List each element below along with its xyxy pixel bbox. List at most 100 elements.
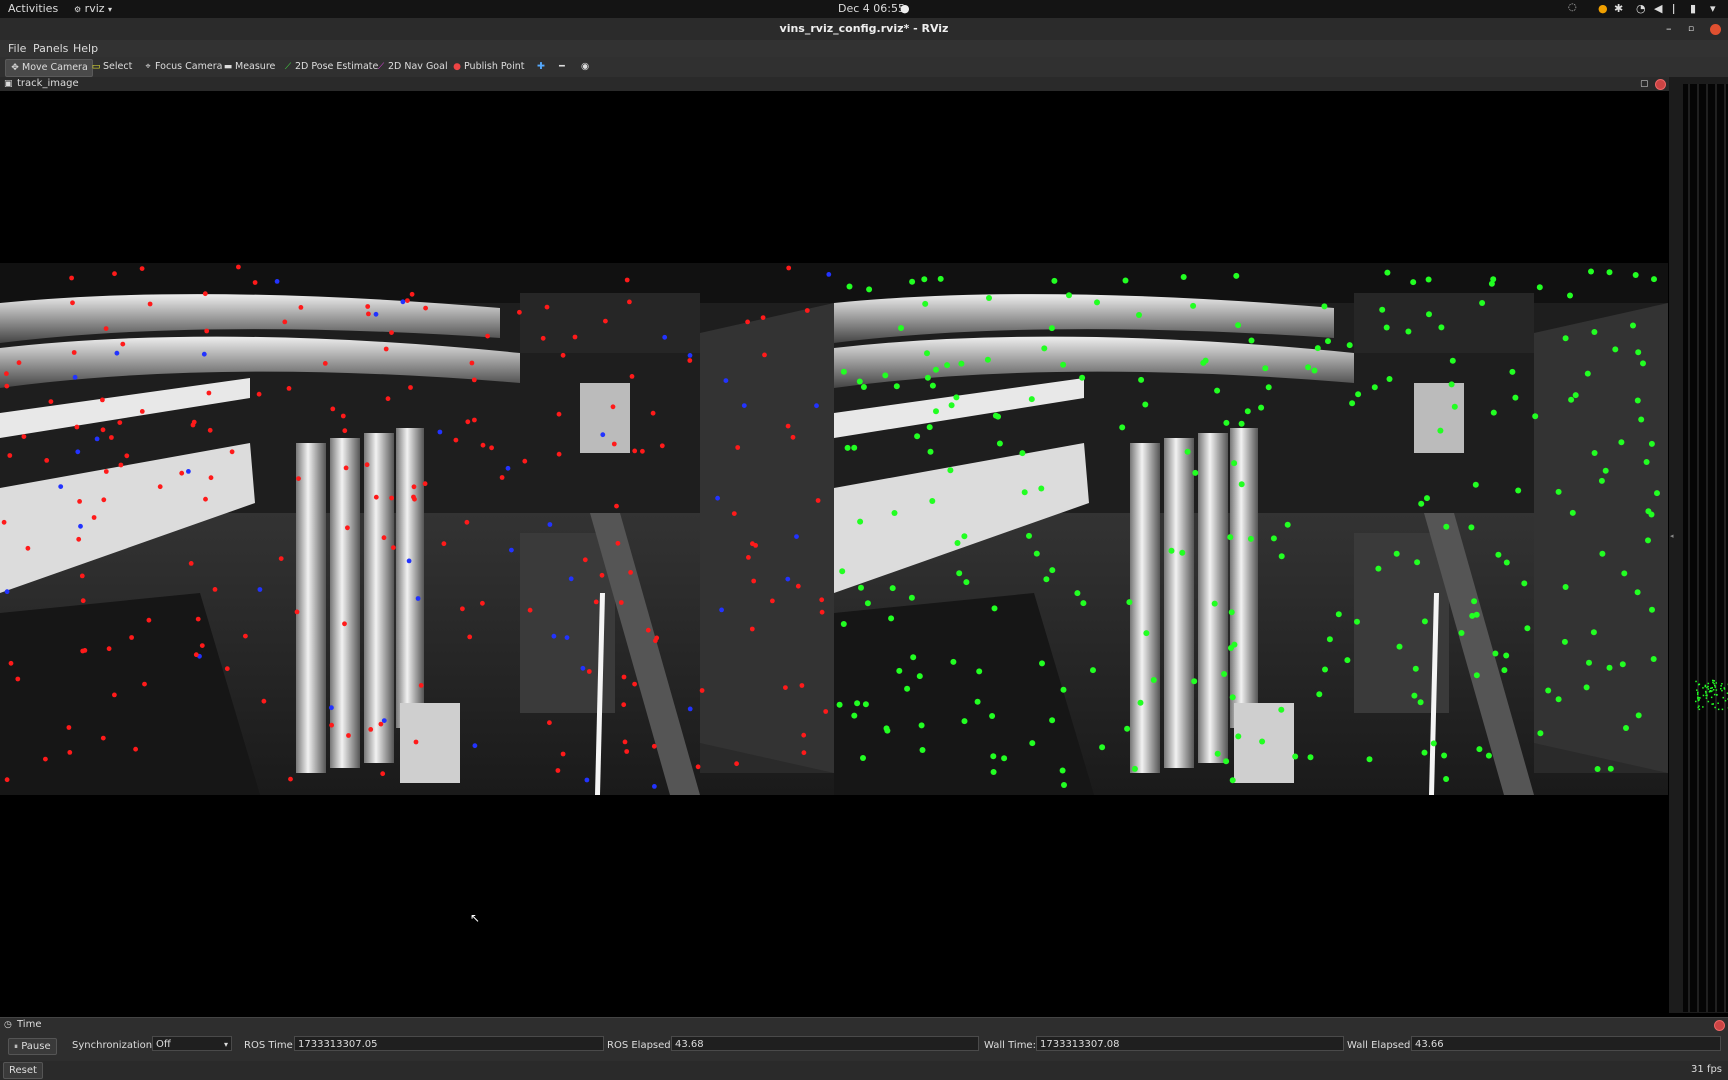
- tool-properties-icon[interactable]: ◉: [577, 59, 593, 75]
- render-3d-view[interactable]: [1683, 84, 1728, 1012]
- point-cloud-point: [1721, 683, 1723, 685]
- microphone-icon[interactable]: ǀ: [1672, 2, 1675, 15]
- feature-point: [207, 427, 213, 433]
- feature-point: [330, 406, 336, 412]
- app-menu[interactable]: ⚙ rviz ▾: [74, 2, 112, 15]
- measure-button[interactable]: ▬ Measure: [219, 59, 279, 75]
- feature-point: [1606, 664, 1613, 671]
- feature-point: [294, 609, 300, 615]
- feature-point: [70, 300, 75, 306]
- feature-point: [1469, 612, 1476, 619]
- feature-point: [1393, 550, 1400, 557]
- feature-point: [411, 484, 417, 490]
- feature-point: [1262, 365, 1269, 372]
- feature-point: [1417, 699, 1424, 706]
- feature-point: [860, 755, 866, 761]
- feature-point: [762, 352, 767, 358]
- menu-file[interactable]: File: [8, 42, 26, 55]
- render-3d-canvas: [1688, 84, 1728, 1012]
- ros-time-field[interactable]: 1733313307.05: [294, 1036, 604, 1051]
- feature-point: [1270, 535, 1277, 542]
- move-camera-button[interactable]: ✥ Move Camera: [5, 59, 93, 77]
- feature-point: [1039, 660, 1045, 667]
- feature-point: [651, 743, 657, 749]
- nav-goal-button[interactable]: ⟋ 2D Nav Goal: [372, 59, 452, 75]
- reset-button[interactable]: Reset: [3, 1062, 43, 1079]
- feature-point: [8, 660, 14, 666]
- pause-button[interactable]: ⏸ Pause: [8, 1038, 57, 1055]
- feature-point: [485, 333, 490, 339]
- notification-dot-icon[interactable]: ●: [1598, 2, 1608, 15]
- tray-status-icon[interactable]: ◌: [1568, 2, 1577, 13]
- close-time-panel-icon[interactable]: [1714, 1020, 1725, 1031]
- undock-panel-icon[interactable]: ▢: [1640, 77, 1649, 91]
- splitter-left-arrow-icon[interactable]: ◂: [1670, 532, 1674, 540]
- feature-point: [1090, 667, 1096, 674]
- feature-point: [405, 298, 410, 303]
- add-tool-icon[interactable]: ✚: [533, 59, 549, 75]
- point-cloud-point: [1699, 697, 1701, 699]
- feature-point: [1231, 641, 1238, 648]
- point-cloud-point: [1715, 689, 1718, 691]
- pose-estimate-button[interactable]: ⟋ 2D Pose Estimate: [279, 59, 382, 75]
- minimize-icon[interactable]: –: [1666, 18, 1672, 40]
- mouse-cursor-icon: ↖: [470, 911, 481, 925]
- maximize-icon[interactable]: ▫: [1688, 18, 1694, 40]
- feature-point: [21, 434, 27, 439]
- clock[interactable]: Dec 4 06:55: [838, 2, 905, 15]
- feature-point: [996, 440, 1003, 447]
- menu-help[interactable]: Help: [73, 42, 98, 55]
- feature-point: [1322, 666, 1328, 673]
- feature-point: [1602, 467, 1609, 474]
- feature-point: [909, 278, 916, 285]
- feature-point: [1021, 489, 1028, 496]
- feature-point: [1594, 766, 1601, 772]
- activities-button[interactable]: Activities: [8, 2, 58, 15]
- feature-point: [624, 749, 630, 754]
- wall-elapsed-field[interactable]: 43.66: [1411, 1036, 1721, 1051]
- feature-point: [103, 326, 109, 331]
- wall-time-field[interactable]: 1733313307.08: [1036, 1036, 1344, 1051]
- close-window-icon[interactable]: [1710, 24, 1721, 35]
- volume-icon[interactable]: ◀: [1654, 2, 1662, 15]
- sync-select[interactable]: Off ▾: [152, 1036, 232, 1051]
- feature-point: [1259, 738, 1266, 745]
- feature-point: [1122, 277, 1129, 284]
- focus-camera-button[interactable]: ⌖ Focus Camera: [139, 59, 226, 75]
- publish-point-button[interactable]: ● Publish Point: [448, 59, 528, 75]
- image-view[interactable]: ↖: [0, 91, 1669, 1013]
- feature-point: [751, 578, 757, 584]
- feature-point: [43, 756, 48, 762]
- feature-point: [1061, 782, 1067, 788]
- feature-point: [381, 718, 387, 723]
- feature-point: [615, 540, 621, 546]
- battery-icon[interactable]: ▮: [1690, 2, 1696, 15]
- feature-point: [1561, 638, 1568, 645]
- select-button[interactable]: ▭ Select: [87, 59, 136, 75]
- feature-point: [1532, 413, 1539, 420]
- feature-point: [94, 436, 100, 442]
- settings-tray-icon[interactable]: ✱: [1614, 2, 1623, 15]
- feature-point: [599, 572, 605, 578]
- point-cloud-point: [1722, 696, 1724, 699]
- feature-point: [1, 519, 7, 525]
- feature-point: [381, 535, 387, 541]
- feature-point: [298, 305, 304, 310]
- ros-elapsed-field[interactable]: 43.68: [671, 1036, 979, 1051]
- feature-point: [229, 449, 235, 455]
- remove-tool-icon[interactable]: ━: [555, 59, 569, 75]
- feature-point: [753, 543, 758, 548]
- feature-point: [133, 746, 139, 752]
- feature-point: [1124, 725, 1131, 732]
- close-panel-icon[interactable]: [1655, 79, 1666, 90]
- wifi-icon[interactable]: ◔: [1636, 2, 1646, 15]
- feature-point: [922, 300, 929, 307]
- feature-point: [1555, 488, 1562, 495]
- move-camera-label: Move Camera: [22, 62, 88, 73]
- ros-time-label: ROS Time:: [244, 1040, 297, 1051]
- system-menu-chevron-icon[interactable]: ▾: [1710, 2, 1716, 15]
- feature-point: [629, 374, 635, 379]
- feature-point: [1307, 754, 1314, 761]
- menu-panels[interactable]: Panels: [33, 42, 68, 55]
- feature-point: [1635, 349, 1642, 356]
